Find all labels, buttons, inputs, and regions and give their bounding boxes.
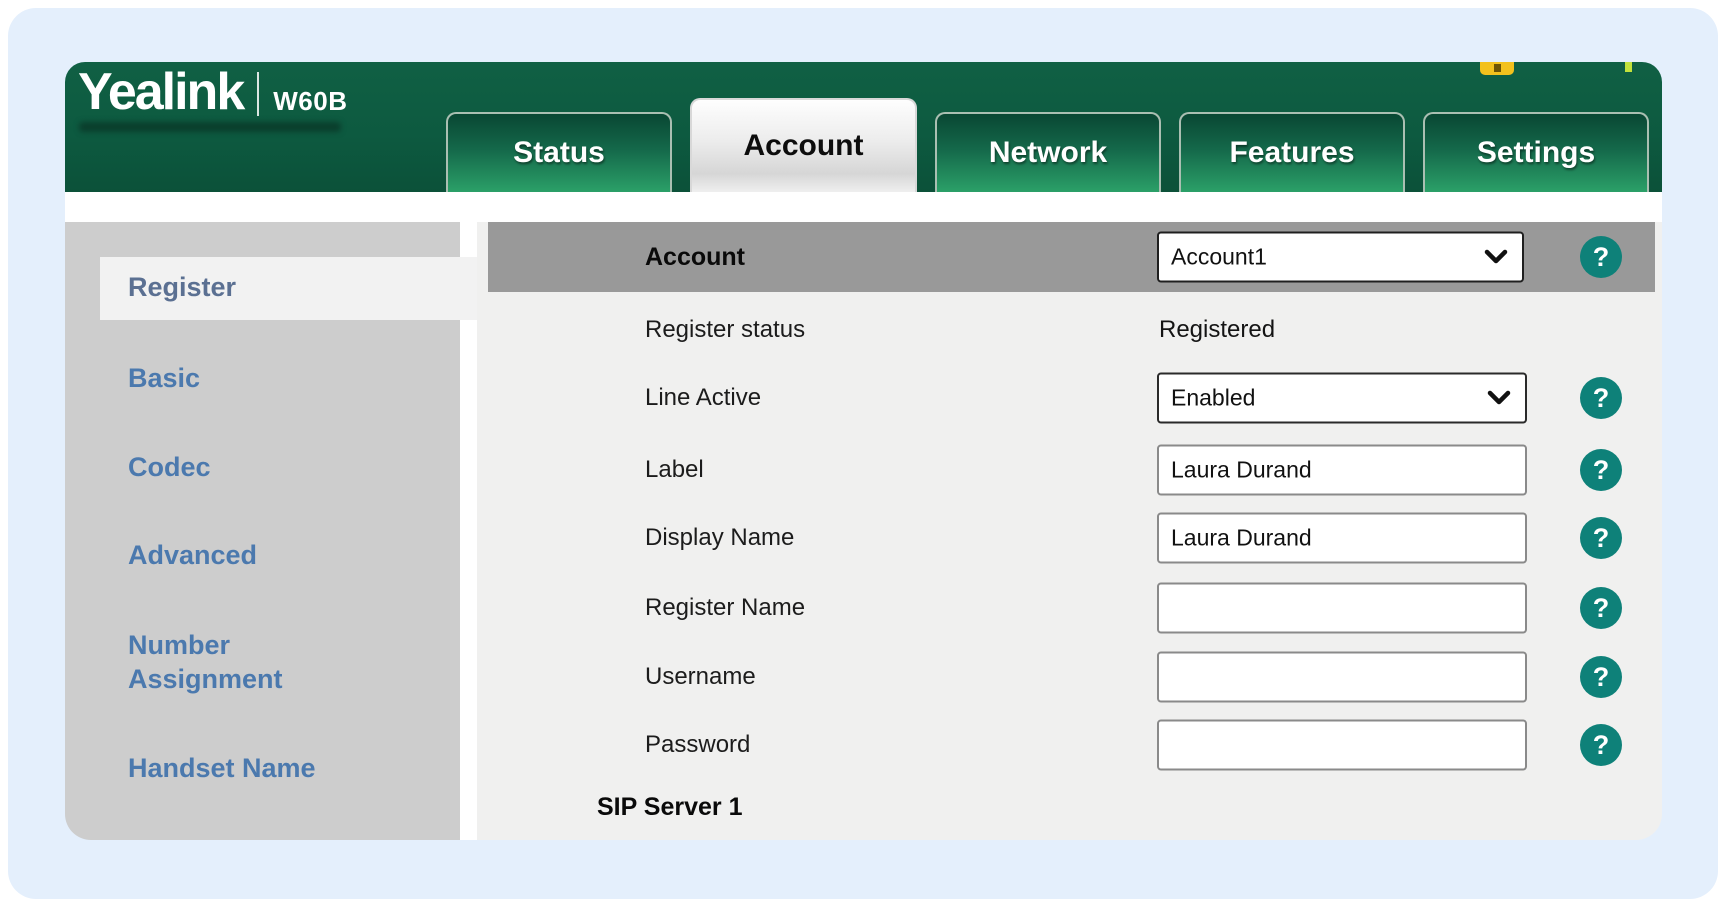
row-username: Username ? <box>477 643 1662 711</box>
clipped-indicator-dot <box>1625 62 1632 72</box>
tab-network[interactable]: Network <box>935 112 1161 192</box>
model-label: W60B <box>273 86 347 116</box>
sidebar-item-handset-name[interactable]: Handset Name <box>128 751 378 785</box>
line-active-label: Line Active <box>645 364 761 432</box>
tab-settings[interactable]: Settings <box>1423 112 1649 192</box>
register-status-value: Registered <box>1159 296 1275 364</box>
sidebar-item-number-assignment[interactable]: Number Assignment <box>128 628 348 696</box>
brand-logo: Yealink W60B <box>78 64 347 120</box>
register-name-input[interactable] <box>1157 583 1527 634</box>
tab-status[interactable]: Status <box>446 112 672 192</box>
main-nav-tabs: Status Account Network Features Settings <box>446 98 1649 192</box>
clipped-lock-icon <box>1480 62 1514 75</box>
help-icon-register-name[interactable]: ? <box>1580 587 1622 629</box>
register-form-panel: Account Account1 ? Register status Regis… <box>477 222 1662 840</box>
blurred-tagline <box>79 122 341 132</box>
header-content-divider <box>65 192 1662 222</box>
chevron-down-icon <box>1484 250 1508 265</box>
row-register-name: Register Name ? <box>477 574 1662 642</box>
sidebar-item-register[interactable]: Register <box>128 270 378 304</box>
chevron-down-icon <box>1487 391 1511 406</box>
password-input-wrap <box>1157 720 1527 771</box>
help-icon-line-active[interactable]: ? <box>1580 377 1622 419</box>
app-window: Yealink W60B Status Account Network Feat… <box>65 62 1662 840</box>
sidebar-item-basic[interactable]: Basic <box>128 361 378 395</box>
sip-server-1-heading: SIP Server 1 <box>597 782 742 832</box>
row-label: Label ? <box>477 436 1662 504</box>
help-icon-display-name[interactable]: ? <box>1580 517 1622 559</box>
logo-divider <box>257 72 259 116</box>
help-icon-label[interactable]: ? <box>1580 449 1622 491</box>
display-name-label: Display Name <box>645 504 794 572</box>
help-icon-account[interactable]: ? <box>1580 236 1622 278</box>
sidebar-item-codec[interactable]: Codec <box>128 450 378 484</box>
register-name-label: Register Name <box>645 574 805 642</box>
password-label: Password <box>645 711 750 779</box>
label-field-label: Label <box>645 436 704 504</box>
username-input-wrap <box>1157 652 1527 703</box>
lock-keyhole <box>1494 64 1501 72</box>
username-input[interactable] <box>1157 652 1527 703</box>
sidebar-item-advanced[interactable]: Advanced <box>128 538 378 572</box>
register-status-label: Register status <box>645 296 805 364</box>
tab-account[interactable]: Account <box>690 98 917 192</box>
row-register-status: Register status Registered <box>477 296 1662 364</box>
display-name-input[interactable] <box>1157 513 1527 564</box>
line-active-select-value: Enabled <box>1171 385 1255 412</box>
label-input[interactable] <box>1157 445 1527 496</box>
top-header: Yealink W60B Status Account Network Feat… <box>65 62 1662 192</box>
sidebar: Register Basic Codec Advanced Number Ass… <box>65 222 460 840</box>
help-icon-password[interactable]: ? <box>1580 724 1622 766</box>
account-select-wrap: Account1 <box>1157 232 1524 283</box>
register-name-input-wrap <box>1157 583 1527 634</box>
row-password: Password ? <box>477 711 1662 779</box>
row-line-active: Line Active Enabled ? <box>477 364 1662 432</box>
yealink-logo: Yealink <box>78 64 243 120</box>
account-select[interactable]: Account1 <box>1157 232 1524 283</box>
content-area: Register Basic Codec Advanced Number Ass… <box>65 222 1662 840</box>
username-label: Username <box>645 643 756 711</box>
row-display-name: Display Name ? <box>477 504 1662 572</box>
line-active-select[interactable]: Enabled <box>1157 373 1527 424</box>
account-select-value: Account1 <box>1171 244 1267 271</box>
tab-features[interactable]: Features <box>1179 112 1405 192</box>
line-active-select-wrap: Enabled <box>1157 373 1527 424</box>
display-name-input-wrap <box>1157 513 1527 564</box>
help-icon-username[interactable]: ? <box>1580 656 1622 698</box>
label-input-wrap <box>1157 445 1527 496</box>
password-input[interactable] <box>1157 720 1527 771</box>
account-section-label: Account <box>645 222 745 292</box>
